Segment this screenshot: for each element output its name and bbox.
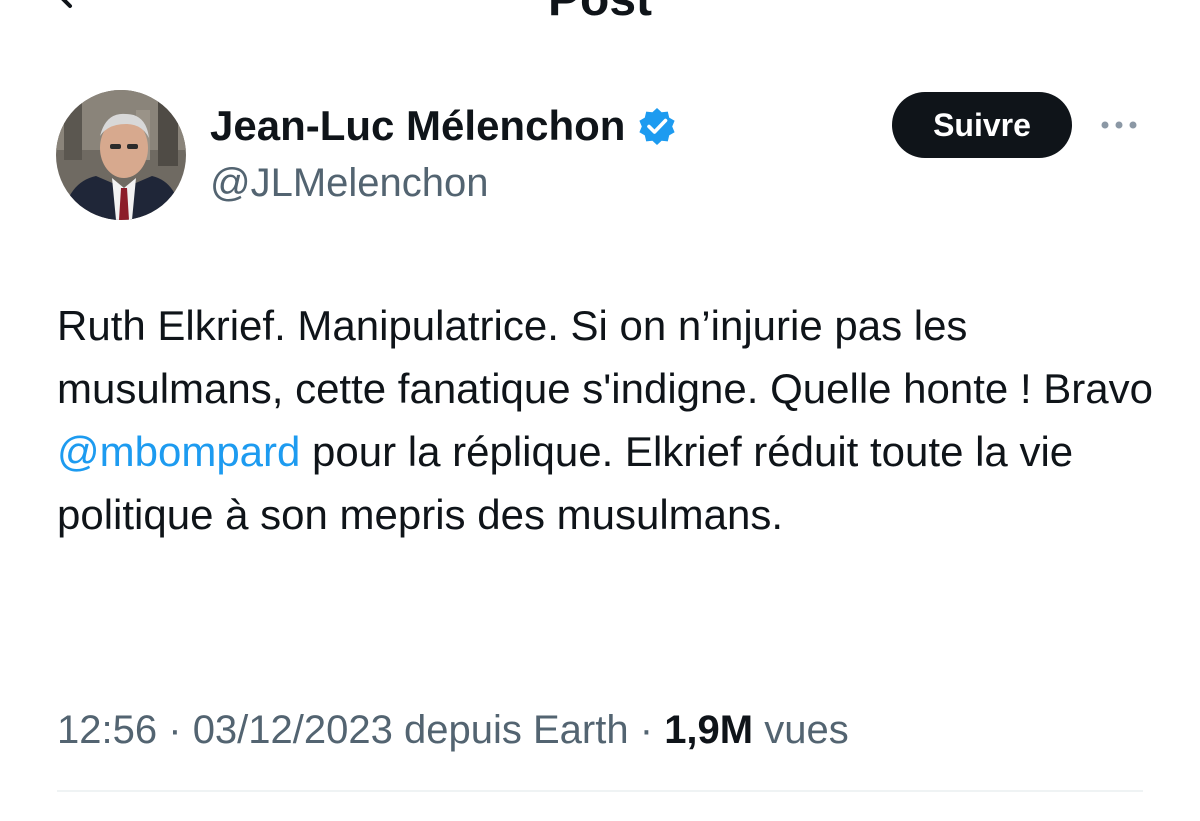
mention-link[interactable]: @mbompard bbox=[57, 428, 300, 475]
tweet-text-part1: Ruth Elkrief. Manipulatrice. Si on n’inj… bbox=[57, 302, 1153, 412]
tweet-text: Ruth Elkrief. Manipulatrice. Si on n’inj… bbox=[57, 294, 1167, 546]
page-title: Post bbox=[0, 0, 1200, 24]
more-horizontal-icon[interactable] bbox=[1098, 110, 1140, 140]
tweet-source: depuis Earth bbox=[404, 708, 629, 752]
tweet-meta: 12:56 · 03/12/2023 depuis Earth · 1,9M v… bbox=[57, 704, 849, 756]
tweet-time[interactable]: 12:56 bbox=[57, 708, 157, 752]
author-name-text: Jean-Luc Mélenchon bbox=[210, 102, 626, 149]
top-bar: Post bbox=[0, 0, 1200, 40]
author-name[interactable]: Jean-Luc Mélenchon bbox=[210, 100, 677, 152]
views-label[interactable]: vues bbox=[764, 708, 849, 752]
tweet-date[interactable]: 03/12/2023 bbox=[193, 708, 393, 752]
meta-separator: · bbox=[168, 708, 182, 752]
views-count[interactable]: 1,9M bbox=[664, 708, 753, 752]
avatar[interactable] bbox=[56, 90, 186, 220]
follow-button[interactable]: Suivre bbox=[892, 92, 1072, 158]
author-handle[interactable]: @JLMelenchon bbox=[210, 158, 489, 208]
verified-badge-icon bbox=[639, 108, 676, 145]
post-screen: Post Jean-Luc Mélenchon @JLMelenchon Sui… bbox=[0, 0, 1200, 821]
meta-separator: · bbox=[639, 708, 654, 752]
avatar-image bbox=[56, 90, 186, 220]
divider bbox=[57, 790, 1143, 792]
